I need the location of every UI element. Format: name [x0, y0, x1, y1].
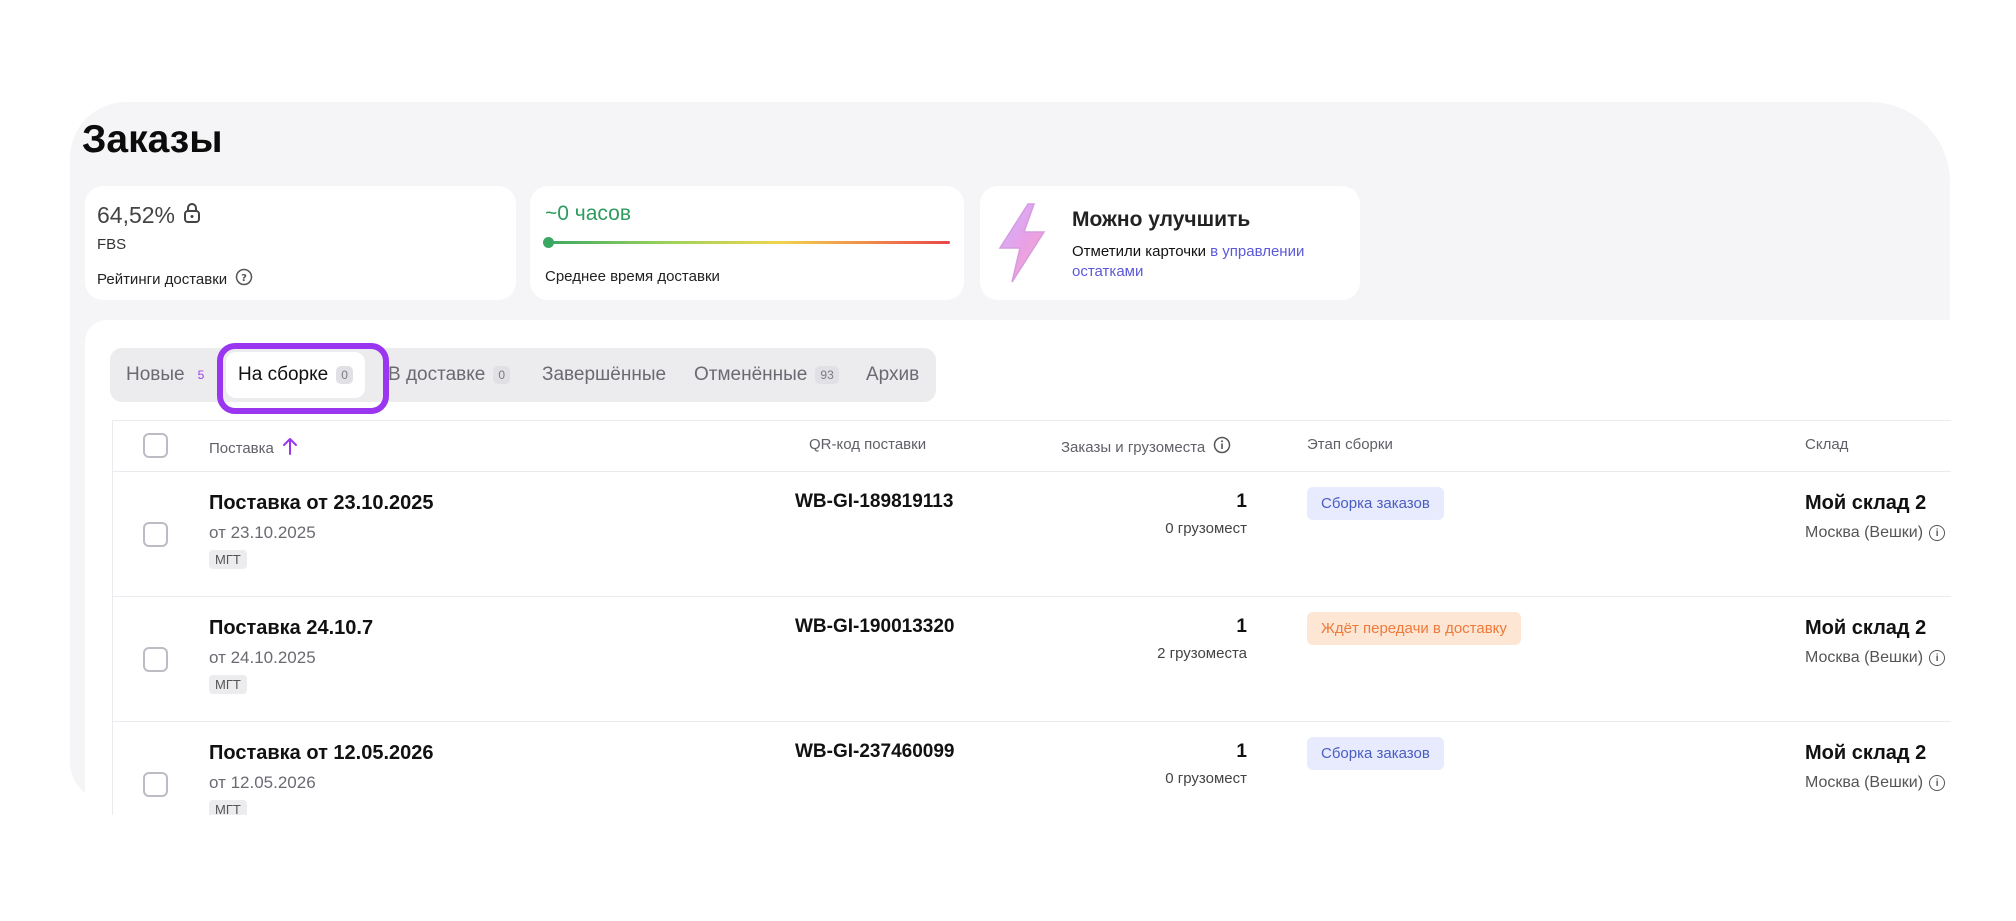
supply-qr-code[interactable]: WB-GI-190013320 [795, 616, 954, 638]
delivery-time-marker [543, 237, 554, 248]
tab-count: 0 [493, 366, 511, 384]
row-checkbox[interactable] [143, 647, 168, 672]
tab-cancelled[interactable]: Отменённые 93 [694, 348, 839, 402]
cargo-places: 0 грузомест [1165, 770, 1247, 787]
tab-label: Завершённые [542, 364, 667, 385]
warehouse-city: Москва (Вешки) i [1805, 774, 1946, 792]
tab-label: Новые [126, 364, 185, 385]
improve-title: Можно улучшить [1072, 208, 1251, 231]
tab-archive[interactable]: Архив [866, 348, 919, 402]
select-all-checkbox[interactable] [143, 433, 168, 458]
cargo-places: 2 грузоместа [1157, 645, 1247, 662]
supply-date: от 12.05.2026 [209, 773, 316, 792]
orders-count: 1 [1236, 616, 1247, 637]
rating-label-text: Рейтинги доставки [97, 270, 228, 288]
supply-date: от 24.10.2025 [209, 648, 316, 667]
delivery-time-scale [545, 241, 950, 244]
header-supply[interactable]: Поставка [209, 436, 298, 460]
info-icon[interactable]: i [1929, 775, 1946, 791]
delivery-hours: ~0 часов [545, 202, 631, 225]
tab-label: Архив [866, 364, 920, 385]
rating-percent: 64,52% [97, 202, 201, 229]
header-orders-label: Заказы и грузоместа [1061, 438, 1206, 456]
lightning-icon [994, 202, 1050, 284]
stage-badge: Сборка заказов [1307, 487, 1444, 520]
supply-title[interactable]: Поставка 24.10.7 [209, 617, 373, 640]
header-warehouse: Склад [1805, 436, 1849, 453]
header-qr: QR-код поставки [809, 436, 927, 453]
supplies-table: Поставка QR-код поставки Заказы и грузом… [112, 420, 1951, 816]
bottom-margin [0, 815, 2016, 921]
tab-count: 0 [336, 366, 353, 384]
supply-tag: МГТ [209, 800, 247, 816]
warehouse-name: Мой склад 2 [1805, 617, 1927, 639]
tab-new[interactable]: Новые 5 [126, 348, 209, 402]
tab-assembling[interactable]: На сборке 0 [226, 352, 365, 398]
status-tabs: Новые 5 На сборке 0 В доставке 0 Завершё… [110, 348, 936, 402]
warehouse-city-label: Москва (Вешки) [1805, 649, 1924, 666]
warehouse-city-label: Москва (Вешки) [1805, 524, 1924, 541]
warehouse-city: Москва (Вешки) i [1805, 524, 1946, 542]
rating-percent-value: 64,52% [97, 202, 176, 228]
info-icon[interactable] [1213, 436, 1231, 458]
improve-text: Отметили карточки в управлении остатками [1072, 242, 1342, 282]
tab-count: 93 [815, 366, 839, 384]
delivery-time-card[interactable]: ~0 часов Среднее время доставки [530, 186, 964, 300]
cargo-places: 0 грузомест [1165, 520, 1247, 537]
supply-date: от 23.10.2025 [209, 523, 316, 542]
warehouse-city-label: Москва (Вешки) [1805, 774, 1924, 791]
rating-label: Рейтинги доставки ? [97, 268, 253, 290]
lock-icon [183, 202, 201, 229]
supply-qr-code[interactable]: WB-GI-189819113 [795, 491, 953, 513]
tab-label: На сборке [238, 364, 329, 385]
orders-count: 1 [1236, 491, 1247, 512]
improve-text-plain: Отметили карточки [1072, 243, 1211, 260]
table-row[interactable]: Поставка от 12.05.2026 от 12.05.2026 МГТ… [113, 721, 1951, 816]
tab-label: Отменённые [694, 364, 808, 385]
header-supply-label: Поставка [209, 439, 274, 457]
supply-qr-code[interactable]: WB-GI-237460099 [795, 741, 954, 763]
orders-count: 1 [1236, 741, 1247, 762]
table-row[interactable]: Поставка 24.10.7 от 24.10.2025 МГТ WB-GI… [113, 596, 1951, 721]
stage-badge: Ждёт передачи в доставку [1307, 612, 1521, 645]
warehouse-city: Москва (Вешки) i [1805, 649, 1946, 667]
delivery-rating-card[interactable]: 64,52% FBS Рейтинги доставки ? [85, 186, 516, 300]
stage-badge: Сборка заказов [1307, 737, 1444, 770]
table-row[interactable]: Поставка от 23.10.2025 от 23.10.2025 МГТ… [113, 471, 1951, 596]
row-checkbox[interactable] [143, 522, 168, 547]
tab-count: 5 [197, 368, 205, 382]
header-orders: Заказы и грузоместа [1061, 436, 1231, 458]
question-icon[interactable]: ? [235, 268, 253, 290]
tab-in-delivery[interactable]: В доставке 0 [388, 348, 511, 402]
improve-card[interactable]: Можно улучшить Отметили карточки в управ… [980, 186, 1360, 300]
tab-completed[interactable]: Завершённые [542, 348, 666, 402]
tab-label: В доставке [388, 364, 486, 385]
supply-title[interactable]: Поставка от 12.05.2026 [209, 742, 434, 765]
warehouse-name: Мой склад 2 [1805, 492, 1927, 514]
svg-text:?: ? [241, 273, 247, 284]
row-checkbox[interactable] [143, 772, 168, 797]
warehouse-name: Мой склад 2 [1805, 742, 1927, 764]
info-icon[interactable]: i [1929, 650, 1946, 666]
supply-title[interactable]: Поставка от 23.10.2025 [209, 492, 434, 515]
page-title: Заказы [82, 118, 223, 161]
sort-arrow-up-icon[interactable] [282, 436, 298, 460]
info-icon[interactable]: i [1929, 525, 1946, 541]
scheme-label: FBS [97, 236, 127, 253]
supply-tag: МГТ [209, 550, 247, 569]
supply-tag: МГТ [209, 675, 247, 694]
header-stage: Этап сборки [1307, 436, 1393, 453]
delivery-time-label: Среднее время доставки [545, 268, 720, 285]
